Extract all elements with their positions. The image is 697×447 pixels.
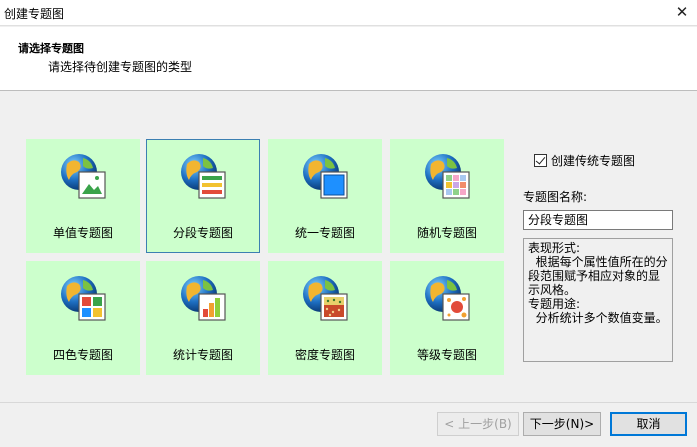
tile-statistics[interactable]: 统计专题图 — [146, 261, 260, 375]
tile-label: 统一专题图 — [294, 226, 355, 240]
create-traditional-checkbox[interactable]: 创建传统专题图 — [534, 152, 635, 168]
checkbox-checked-icon[interactable] — [534, 153, 547, 167]
tile-label: 分段专题图 — [172, 226, 233, 240]
options-panel: 创建传统专题图 专题图名称: 分段专题图 表现形式: 根据每个属性值所在的分段范… — [523, 92, 683, 402]
next-button[interactable]: 下一步(N)> — [523, 412, 601, 436]
footer-separator — [0, 402, 697, 403]
tile-graduated[interactable]: 等级专题图 — [390, 261, 504, 375]
tile-unique-value[interactable]: 单值专题图 — [26, 139, 140, 253]
description-box: 表现形式: 根据每个属性值所在的分段范围赋予相应对象的显示风格。 专题用途: 分… — [523, 238, 673, 362]
tile-range[interactable]: 分段专题图 — [146, 139, 260, 253]
globe-density-icon — [303, 276, 348, 321]
tile-density[interactable]: 密度专题图 — [268, 261, 382, 375]
use-heading: 专题用途: — [528, 297, 581, 311]
close-icon[interactable]: ✕ — [673, 3, 691, 21]
use-text: 分析统计多个数值变量。 — [528, 311, 668, 325]
window-title: 创建专题图 — [4, 7, 65, 21]
name-input[interactable]: 分段专题图 — [523, 210, 673, 230]
wizard-header: 请选择专题图 请选择待创建专题图的类型 — [0, 27, 697, 91]
globe-four-color-icon — [61, 276, 106, 321]
cancel-button[interactable]: 取消 — [610, 412, 687, 436]
name-label: 专题图名称: — [523, 190, 588, 204]
content-area: 单值专题图 分段专题图 统一专题图 随机专题图 四色专题图 统计专题图 密度专题… — [0, 92, 697, 402]
create-traditional-label: 创建传统专题图 — [551, 153, 636, 168]
form-text: 根据每个属性值所在的分段范围赋予相应对象的显示风格。 — [528, 255, 668, 297]
header-title: 请选择专题图 — [18, 42, 84, 55]
tile-label: 单值专题图 — [52, 226, 113, 240]
globe-unified-icon — [303, 154, 348, 199]
tile-label: 四色专题图 — [52, 348, 113, 362]
globe-range-icon — [181, 154, 226, 199]
tile-unified[interactable]: 统一专题图 — [268, 139, 382, 253]
tile-label: 等级专题图 — [416, 348, 477, 362]
globe-graduated-icon — [425, 276, 470, 321]
tile-four-color[interactable]: 四色专题图 — [26, 261, 140, 375]
tile-label: 统计专题图 — [172, 348, 233, 362]
tile-label: 随机专题图 — [416, 226, 477, 240]
form-heading: 表现形式: — [528, 241, 581, 255]
header-subtitle: 请选择待创建专题图的类型 — [48, 60, 193, 74]
globe-statistics-icon — [181, 276, 226, 321]
title-bar: 创建专题图 ✕ — [0, 0, 697, 26]
tile-label: 密度专题图 — [294, 348, 355, 362]
globe-random-icon — [425, 154, 470, 199]
prev-button[interactable]: < 上一步(B) — [437, 412, 519, 436]
globe-image-icon — [61, 154, 106, 199]
tile-random[interactable]: 随机专题图 — [390, 139, 504, 253]
